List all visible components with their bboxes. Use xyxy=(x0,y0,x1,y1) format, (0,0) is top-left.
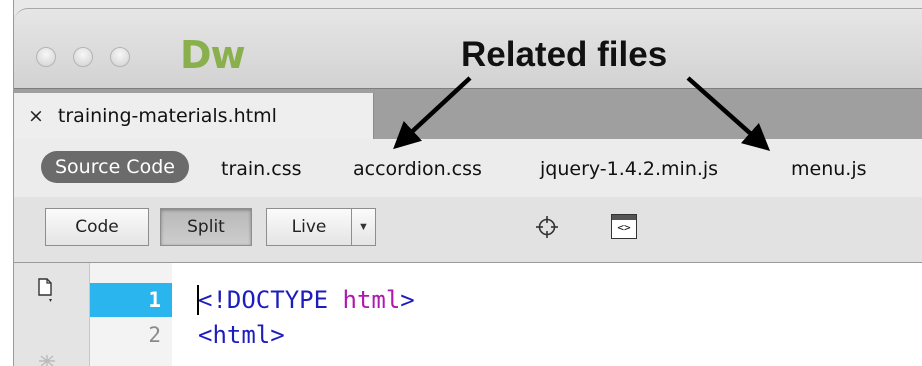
collapse-tag-icon[interactable] xyxy=(36,353,58,366)
split-view-label: Split xyxy=(187,217,225,237)
code-tag-open: <html> xyxy=(198,321,285,349)
code-line-1[interactable]: <!DOCTYPE html> xyxy=(198,283,415,317)
crosshair-icon[interactable] xyxy=(535,215,559,239)
live-view-button[interactable]: Live ▼ xyxy=(266,208,376,246)
code-view-button[interactable]: Code xyxy=(45,208,149,246)
related-file-jquery-js[interactable]: jquery-1.4.2.min.js xyxy=(540,158,718,180)
dreamweaver-logo: Dw xyxy=(180,33,246,77)
code-tag-open: <!DOCTYPE xyxy=(198,286,343,314)
coding-toolbar xyxy=(14,263,90,366)
split-view-button[interactable]: Split xyxy=(160,208,252,246)
source-code-label: Source Code xyxy=(55,156,175,178)
document-toolbar: Code Split Live ▼ <> xyxy=(14,197,922,263)
code-view-icon[interactable]: <> xyxy=(611,214,637,239)
close-window-button[interactable] xyxy=(36,47,56,67)
document-tab-bar: × training-materials.html xyxy=(14,88,922,139)
line-number-current: 1 xyxy=(90,283,172,317)
related-file-accordion-css[interactable]: accordion.css xyxy=(353,158,482,180)
related-files-bar: Source Code train.css accordion.css jque… xyxy=(14,139,922,197)
live-view-label: Live xyxy=(267,209,352,245)
title-bar: Dw Related files xyxy=(14,8,922,89)
source-code-button[interactable]: Source Code xyxy=(41,151,189,183)
code-editor[interactable]: 1 2 <!DOCTYPE html> <html> xyxy=(14,263,922,366)
related-file-menu-js[interactable]: menu.js xyxy=(791,158,867,180)
close-tab-icon[interactable]: × xyxy=(28,105,44,127)
code-keyword: html xyxy=(342,286,401,314)
related-file-train-css[interactable]: train.css xyxy=(221,158,302,180)
code-view-icon-glyph: <> xyxy=(617,221,631,234)
code-tag-close: > xyxy=(400,286,415,314)
code-line-2[interactable]: <html> xyxy=(198,318,285,352)
minimize-window-button[interactable] xyxy=(73,47,93,67)
line-number: 2 xyxy=(148,323,161,347)
related-files-annotation: Related files xyxy=(461,35,668,74)
application-window: Dw Related files × training-materials.ht… xyxy=(13,0,922,366)
triangle-down-icon[interactable]: ▼ xyxy=(352,209,375,245)
open-documents-icon[interactable] xyxy=(37,277,55,305)
document-tab-filename: training-materials.html xyxy=(57,105,277,127)
code-view-label: Code xyxy=(75,217,119,237)
zoom-window-button[interactable] xyxy=(110,47,130,67)
line-number-gutter: 1 2 xyxy=(90,263,172,366)
document-tab[interactable]: × training-materials.html xyxy=(14,93,374,139)
